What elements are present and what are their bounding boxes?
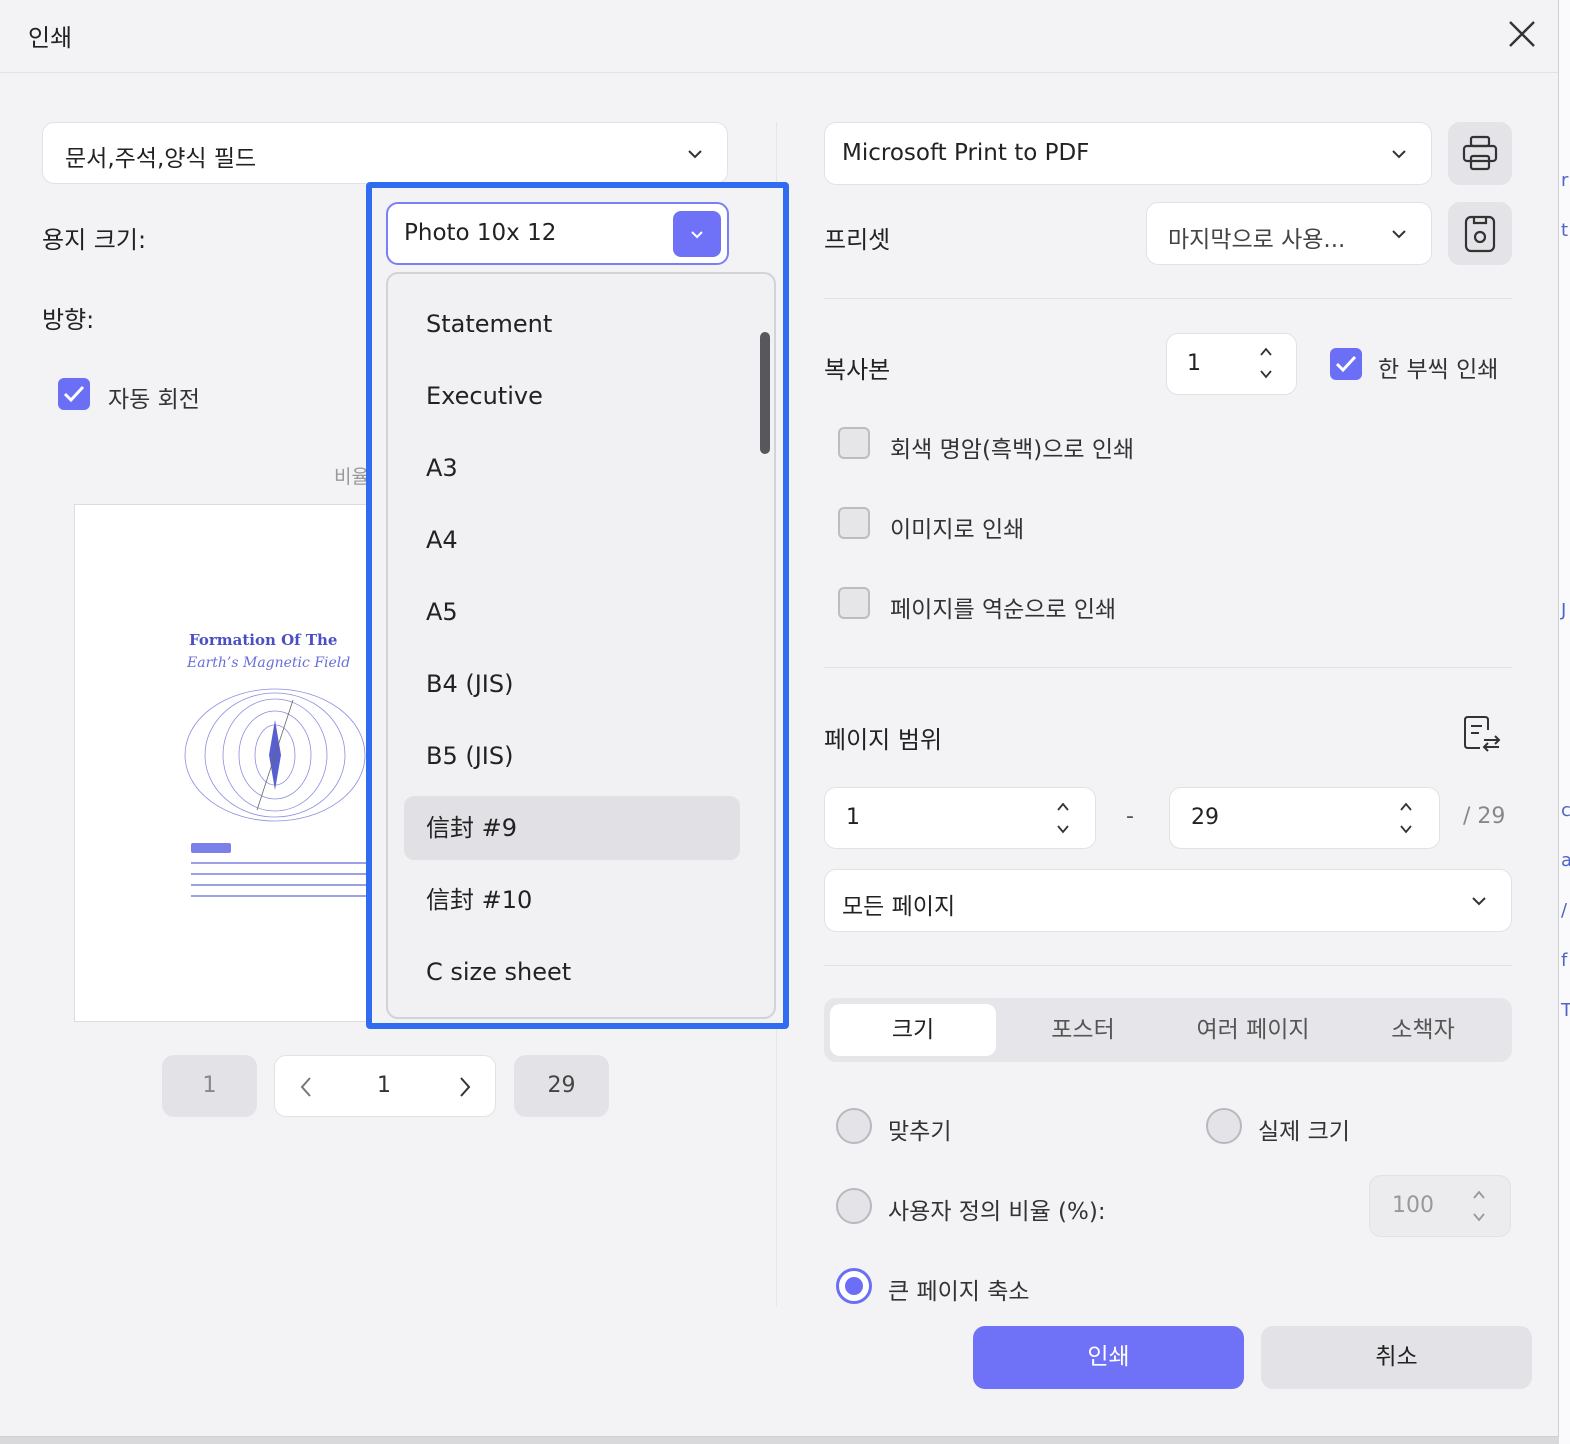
pages-subset-value: 모든 페이지	[842, 894, 956, 920]
chevron-down-icon	[1392, 150, 1406, 159]
print-button[interactable]: 인쇄	[973, 1326, 1244, 1389]
copies-input[interactable]: 1	[1166, 333, 1297, 395]
printer-select-value: Microsoft Print to PDF	[842, 140, 1090, 166]
printer-properties-button[interactable]	[1448, 122, 1512, 185]
tab-multiple-pages[interactable]: 여러 페이지	[1170, 1004, 1336, 1056]
list-item[interactable]: 信封 #10	[404, 868, 740, 932]
current-page-value[interactable]: 1	[377, 1073, 391, 1098]
preview-doc-title: Formation Of The	[189, 631, 338, 649]
range-to-value: 29	[1191, 805, 1219, 830]
preset-label: 프리셋	[824, 226, 891, 254]
first-page-button[interactable]: 1	[162, 1055, 257, 1117]
checkmark-icon	[63, 385, 85, 403]
tab-booklet[interactable]: 소책자	[1340, 1004, 1506, 1056]
last-page-button[interactable]: 29	[514, 1055, 609, 1117]
print-as-image-checkbox[interactable]	[838, 507, 870, 539]
section-divider	[824, 965, 1512, 966]
preview-doc-subtitle: Earth’s Magnetic Field	[187, 655, 351, 671]
range-dash: -	[1126, 804, 1134, 829]
section-divider	[824, 667, 1512, 668]
tab-size[interactable]: 크기	[830, 1004, 996, 1056]
checkmark-icon	[1335, 355, 1357, 373]
preset-select[interactable]: 마지막으로 사용...	[1146, 202, 1432, 265]
list-item[interactable]: A4	[404, 508, 740, 572]
chevron-right-icon[interactable]	[458, 1076, 472, 1098]
preview-text-lines	[191, 862, 391, 897]
list-item[interactable]: C size sheet	[404, 940, 740, 1004]
list-item[interactable]: Executive	[404, 364, 740, 428]
list-item[interactable]: A5	[404, 580, 740, 644]
print-dialog: 인쇄 문서,주석,양식 필드 용지 크기: 방향: 자동 회전 비율:1 For…	[0, 0, 1559, 1437]
range-from-value: 1	[846, 805, 860, 830]
print-as-image-label: 이미지로 인쇄	[890, 517, 1025, 543]
list-item[interactable]: B5 (JIS)	[404, 724, 740, 788]
paper-size-value: Photo 10x 12	[404, 220, 557, 246]
stepper-icon[interactable]	[1259, 346, 1273, 380]
paper-size-select[interactable]: Photo 10x 12	[386, 202, 729, 265]
save-icon	[1464, 215, 1496, 253]
actual-size-label: 실제 크기	[1258, 1119, 1350, 1145]
title-bar: 인쇄	[0, 0, 1558, 73]
stepper-icon[interactable]	[1472, 1189, 1486, 1223]
chevron-down-icon	[1472, 897, 1486, 906]
section-divider	[824, 298, 1512, 299]
auto-rotate-label: 자동 회전	[108, 387, 200, 413]
solar-wind-tag	[191, 843, 231, 853]
actual-size-radio[interactable]	[1206, 1108, 1242, 1144]
dialog-title: 인쇄	[28, 24, 73, 52]
page-sizing-tabs: 크기 포스터 여러 페이지 소책자	[824, 998, 1512, 1062]
chevron-down-icon	[691, 231, 703, 239]
list-item[interactable]: B4 (JIS)	[404, 652, 740, 716]
grayscale-checkbox[interactable]	[838, 427, 870, 459]
custom-scale-value: 100	[1392, 1193, 1434, 1218]
pages-subset-select[interactable]: 모든 페이지	[824, 869, 1512, 932]
custom-scale-input[interactable]: 100	[1369, 1175, 1511, 1237]
shrink-large-pages-label: 큰 페이지 축소	[888, 1279, 1030, 1305]
fit-radio[interactable]	[836, 1108, 872, 1144]
printer-icon	[1462, 135, 1498, 171]
stepper-icon[interactable]	[1056, 801, 1070, 835]
reverse-order-label: 페이지를 역순으로 인쇄	[890, 597, 1117, 623]
content-select-value: 문서,주석,양식 필드	[65, 146, 257, 172]
chevron-down-icon	[1392, 230, 1406, 239]
range-from-input[interactable]: 1	[824, 787, 1096, 849]
auto-rotate-checkbox[interactable]	[58, 378, 90, 410]
list-item[interactable]: Statement	[404, 292, 740, 356]
list-item-hovered[interactable]: 信封 #9	[404, 796, 740, 860]
dropdown-scrollbar[interactable]	[760, 332, 770, 454]
collate-checkbox[interactable]	[1330, 348, 1362, 380]
page-preview: Formation Of The Earth’s Magnetic Field	[74, 504, 394, 1022]
close-icon[interactable]	[1504, 16, 1540, 52]
content-select[interactable]: 문서,주석,양식 필드	[42, 122, 728, 184]
page-range-label: 페이지 범위	[824, 726, 943, 754]
shrink-large-pages-radio[interactable]	[836, 1268, 872, 1304]
cancel-button[interactable]: 취소	[1261, 1326, 1532, 1389]
page-navigator: 1	[274, 1055, 496, 1117]
custom-scale-label: 사용자 정의 비율 (%):	[888, 1199, 1106, 1225]
custom-scale-radio[interactable]	[836, 1188, 872, 1224]
stepper-icon[interactable]	[1399, 801, 1413, 835]
preset-select-value: 마지막으로 사용...	[1168, 227, 1346, 253]
paper-size-label: 용지 크기:	[42, 226, 147, 254]
range-to-input[interactable]: 29	[1169, 787, 1440, 849]
copies-label: 복사본	[824, 356, 891, 384]
paper-size-dropdown-button[interactable]	[673, 211, 721, 257]
background-window-edge: r t J c a / f T	[1559, 0, 1570, 1444]
orientation-label: 방향:	[42, 306, 95, 334]
grayscale-label: 회색 명암(흑백)으로 인쇄	[890, 437, 1135, 463]
copies-value: 1	[1187, 351, 1201, 376]
fit-label: 맞추기	[888, 1119, 952, 1145]
paper-size-dropdown-list: Statement Executive A3 A4 A5 B4 (JIS) B5…	[386, 272, 776, 1019]
tab-poster[interactable]: 포스터	[1000, 1004, 1166, 1056]
collate-label: 한 부씩 인쇄	[1378, 357, 1499, 383]
printer-select[interactable]: Microsoft Print to PDF	[824, 122, 1432, 185]
chevron-left-icon[interactable]	[299, 1076, 313, 1098]
magnetic-field-illustration	[184, 688, 366, 822]
list-item[interactable]: A3	[404, 436, 740, 500]
chevron-down-icon	[688, 150, 702, 159]
save-preset-button[interactable]	[1448, 202, 1512, 265]
reverse-order-checkbox[interactable]	[838, 587, 870, 619]
range-total: / 29	[1463, 804, 1506, 829]
page-range-swap-icon[interactable]	[1462, 714, 1502, 754]
